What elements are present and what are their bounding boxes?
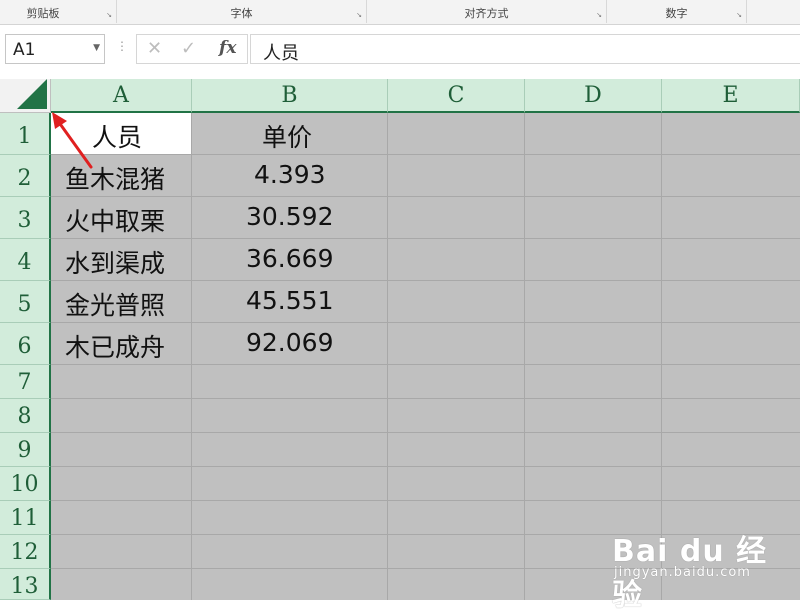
- watermark-url: jingyan.baidu.com: [614, 565, 751, 580]
- formula-input-value: 人员: [263, 43, 299, 64]
- gridline: [51, 364, 800, 365]
- insert-function-icon[interactable]: fx: [219, 38, 236, 58]
- row-header-7[interactable]: 7: [0, 365, 51, 399]
- dialog-launcher-icon[interactable]: ↘: [106, 11, 112, 19]
- ribbon-group-bar: 剪贴板 ↘ 字体 ↘ 对齐方式 ↘ 数字 ↘: [0, 0, 800, 25]
- column-header-d[interactable]: D: [525, 79, 662, 113]
- gridline: [51, 500, 800, 501]
- formula-input[interactable]: 人员: [250, 34, 800, 64]
- cell-a5[interactable]: 金光普照: [65, 286, 165, 322]
- row-header-12[interactable]: 12: [0, 535, 51, 569]
- cell-b1[interactable]: 单价: [262, 118, 312, 154]
- formula-bar: A1 ▼ ⋮ ✕ ✓ fx 人员: [0, 25, 800, 79]
- cell-a1[interactable]: 人员: [92, 118, 142, 154]
- select-all-button[interactable]: [0, 79, 51, 113]
- cell-a4[interactable]: 水到渠成: [65, 244, 165, 280]
- chevron-down-icon[interactable]: ▼: [93, 43, 100, 53]
- row-header-1[interactable]: 1: [0, 113, 51, 155]
- cell-b3[interactable]: 30.592: [246, 202, 333, 231]
- row-header-9[interactable]: 9: [0, 433, 51, 467]
- cell-a3[interactable]: 火中取栗: [65, 202, 165, 238]
- row-header-2[interactable]: 2: [0, 155, 51, 197]
- formula-buttons: ✕ ✓ fx: [136, 34, 248, 64]
- ribbon-group-label: 字体: [230, 7, 253, 20]
- splitter-handle[interactable]: ⋮: [116, 39, 128, 53]
- column-header-e[interactable]: E: [662, 79, 800, 113]
- row-header-11[interactable]: 11: [0, 501, 51, 535]
- ribbon-group-font: 字体 ↘: [117, 0, 367, 23]
- row-header-13[interactable]: 13: [0, 569, 51, 600]
- cell-b2[interactable]: 4.393: [254, 160, 326, 189]
- dialog-launcher-icon[interactable]: ↘: [596, 11, 602, 19]
- select-all-triangle-icon: [17, 79, 47, 109]
- cancel-icon[interactable]: ✕: [147, 38, 162, 59]
- ribbon-group-alignment: 对齐方式 ↘: [367, 0, 607, 23]
- row-header-4[interactable]: 4: [0, 239, 51, 281]
- column-header-a[interactable]: A: [51, 79, 192, 113]
- cell-b5[interactable]: 45.551: [246, 286, 333, 315]
- gridline: [387, 113, 388, 600]
- gridline: [51, 154, 800, 155]
- gridline: [51, 466, 800, 467]
- row-header-5[interactable]: 5: [0, 281, 51, 323]
- gridline: [51, 398, 800, 399]
- ribbon-group-number: 数字 ↘: [607, 0, 747, 23]
- cell-a6[interactable]: 木已成舟: [65, 328, 165, 364]
- ribbon-group-label: 对齐方式: [464, 7, 509, 20]
- watermark: Bai du 经验 jingyan.baidu.com: [612, 512, 792, 613]
- ribbon-group-clipboard: 剪贴板 ↘: [0, 0, 117, 23]
- row-header-3[interactable]: 3: [0, 197, 51, 239]
- cell-a2[interactable]: 鱼木混猪: [65, 160, 165, 196]
- gridline: [51, 322, 800, 323]
- ribbon-group-label: 数字: [665, 7, 688, 20]
- row-header-10[interactable]: 10: [0, 467, 51, 501]
- ribbon-group-label: 剪贴板: [26, 7, 60, 20]
- row-header-6[interactable]: 6: [0, 323, 51, 365]
- dialog-launcher-icon[interactable]: ↘: [736, 11, 742, 19]
- dialog-launcher-icon[interactable]: ↘: [356, 11, 362, 19]
- column-header-b[interactable]: B: [192, 79, 388, 113]
- cell-b4[interactable]: 36.669: [246, 244, 333, 273]
- column-header-c[interactable]: C: [388, 79, 525, 113]
- gridline: [51, 432, 800, 433]
- gridline: [51, 280, 800, 281]
- gridline: [191, 113, 192, 600]
- row-header-8[interactable]: 8: [0, 399, 51, 433]
- gridline: [51, 238, 800, 239]
- gridline: [524, 113, 525, 600]
- enter-icon[interactable]: ✓: [181, 38, 196, 59]
- gridline: [51, 196, 800, 197]
- cell-b6[interactable]: 92.069: [246, 328, 333, 357]
- name-box[interactable]: A1 ▼: [5, 34, 105, 64]
- name-box-value: A1: [13, 40, 36, 60]
